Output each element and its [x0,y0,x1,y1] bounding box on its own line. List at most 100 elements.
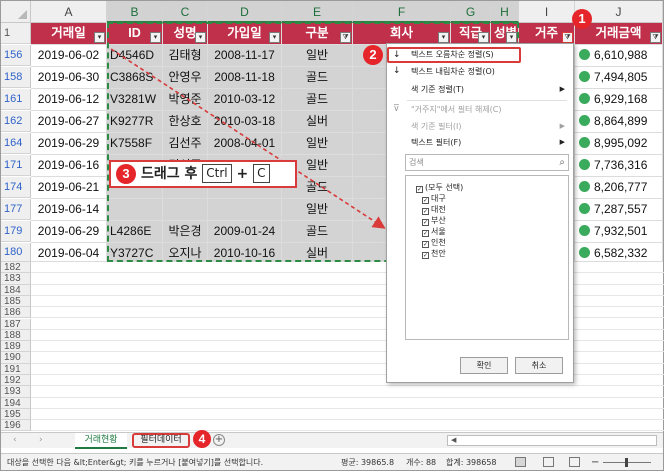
row-header[interactable]: 185 [1,295,31,308]
cell-type[interactable]: 실버 [282,243,353,262]
menu-text-filter[interactable]: 텍스트 필터(F) ▶ [387,135,573,150]
filter-search-input[interactable]: 검색 ⌕ [405,154,569,171]
cell-name[interactable]: 김태형 [163,45,208,67]
cell-amount[interactable]: 8,206,777 [575,177,663,199]
cell-type[interactable]: 골드 [282,67,353,89]
cell-date[interactable]: 2019-06-02 [31,45,107,67]
horizontal-scrollbar[interactable] [447,435,657,446]
cell-date[interactable]: 2019-06-04 [31,243,107,262]
empty-row[interactable] [31,398,664,409]
checkbox-checked-icon[interactable]: ✓ [422,219,429,226]
cell-join-date[interactable]: 2010-03-18 [208,111,282,133]
column-header-e[interactable]: E [282,1,353,23]
row-header[interactable]: 196 [1,420,31,432]
row-header[interactable]: 180 [1,243,31,262]
row-header[interactable]: 188 [1,329,31,342]
cell-date[interactable]: 2019-06-14 [31,199,107,221]
cell-amount[interactable]: 6,582,332 [575,243,663,262]
cell-amount[interactable]: 7,287,557 [575,199,663,221]
filter-applied-icon[interactable]: ⧩ [562,32,573,43]
cell-amount[interactable]: 7,932,501 [575,221,663,243]
checkbox-checked-icon[interactable]: ✓ [416,186,423,193]
cell-amount[interactable]: 7,494,805 [575,67,663,89]
row-header[interactable]: 183 [1,273,31,285]
cell-date[interactable]: 2019-06-21 [31,177,107,199]
cell-join-date[interactable]: 2009-01-24 [208,221,282,243]
page-break-icon[interactable] [569,457,580,467]
empty-row[interactable] [31,409,664,421]
cell-id[interactable] [107,199,163,221]
page-layout-icon[interactable] [543,457,554,467]
cell-type[interactable]: 일반 [282,133,353,155]
cancel-button[interactable]: 취소 [515,357,563,374]
filter-checkbox-item[interactable]: ✓ 천안 [422,248,446,260]
row-header[interactable]: 161 [1,89,31,110]
prev-sheet-icon[interactable]: ‹ [13,433,17,448]
row-header[interactable]: 194 [1,397,31,409]
cell-amount[interactable]: 6,610,988 [575,45,663,67]
header-cell-company[interactable]: 회사 [353,23,451,45]
row-header[interactable]: 186 [1,307,31,319]
menu-clear-filter[interactable]: ⊽ "거주지"에서 필터 해제(C) [387,102,573,117]
cell-name[interactable]: 한상호 [163,111,208,133]
row-header[interactable]: 177 [1,199,31,220]
filter-applied-icon[interactable]: ⧩ [650,32,661,43]
cell-name[interactable]: 오지나 [163,243,208,262]
filter-dropdown-icon[interactable]: ▾ [94,32,105,43]
column-header-c[interactable]: C [163,1,208,23]
row-header[interactable]: 189 [1,341,31,353]
cell-join-date[interactable]: 2010-03-12 [208,89,282,111]
row-header[interactable]: 182 [1,262,31,274]
cell-join-date[interactable]: 2008-11-18 [208,67,282,89]
filter-dropdown-icon[interactable]: ▾ [438,32,449,43]
row-header[interactable]: 191 [1,363,31,375]
tab-filter-data[interactable]: 필터데이터 [132,433,190,448]
zoom-slider-thumb[interactable] [625,458,628,467]
cell-id[interactable]: K9277R [107,111,163,133]
cell-type[interactable]: 일반 [282,199,353,221]
cell-amount[interactable]: 6,929,168 [575,89,663,111]
row-header[interactable]: 195 [1,408,31,421]
normal-view-icon[interactable] [515,457,526,467]
cell-date[interactable]: 2019-06-29 [31,133,107,155]
column-header-i[interactable]: I [519,1,575,23]
select-all-corner[interactable] [1,1,31,23]
empty-row[interactable] [31,386,664,398]
cell-join-date[interactable]: 2010-10-16 [208,243,282,262]
ok-button[interactable]: 확인 [460,357,508,374]
menu-sort-ascending[interactable]: ↓ 텍스트 오름차순 정렬(S) [387,47,521,63]
empty-row[interactable] [31,420,664,432]
cell-id[interactable]: V3281W [107,89,163,111]
checkbox-checked-icon[interactable]: ✓ [422,252,429,259]
cell-id[interactable]: Y3727C [107,243,163,262]
checkbox-checked-icon[interactable]: ✓ [422,208,429,215]
row-header[interactable]: 192 [1,375,31,387]
cell-type[interactable]: 골드 [282,89,353,111]
add-sheet-icon[interactable]: + [213,434,225,446]
cell-date[interactable]: 2019-06-27 [31,111,107,133]
cell-type[interactable]: 골드 [282,221,353,243]
menu-filter-by-color[interactable]: 색 기준 필터(I) ▶ [387,119,573,134]
checkbox-checked-icon[interactable]: ✓ [422,197,429,204]
cell-date[interactable]: 2019-06-12 [31,89,107,111]
row-header[interactable]: 171 [1,155,31,176]
row-header[interactable]: 193 [1,386,31,398]
cell-amount[interactable]: 8,864,899 [575,111,663,133]
cell-name[interactable]: 박영준 [163,89,208,111]
cell-join-date[interactable]: 2008-04-01 [208,133,282,155]
column-header-h[interactable]: H [491,1,519,23]
row-header[interactable]: 187 [1,318,31,330]
column-header-d[interactable]: D [208,1,282,23]
row-header[interactable]: 184 [1,284,31,296]
cell-id[interactable]: K7558F [107,133,163,155]
cell-id[interactable]: L4286E [107,221,163,243]
cell-date[interactable]: 2019-06-16 [31,155,107,177]
checkbox-checked-icon[interactable]: ✓ [422,230,429,237]
cell-name[interactable]: 박은경 [163,221,208,243]
cell-name[interactable]: 김선주 [163,133,208,155]
row-header[interactable]: 164 [1,133,31,154]
cell-join-date[interactable] [208,199,282,221]
zoom-out-icon[interactable]: − [591,454,599,471]
cell-join-date[interactable]: 2008-11-17 [208,45,282,67]
cell-id[interactable]: D4546D [107,45,163,67]
